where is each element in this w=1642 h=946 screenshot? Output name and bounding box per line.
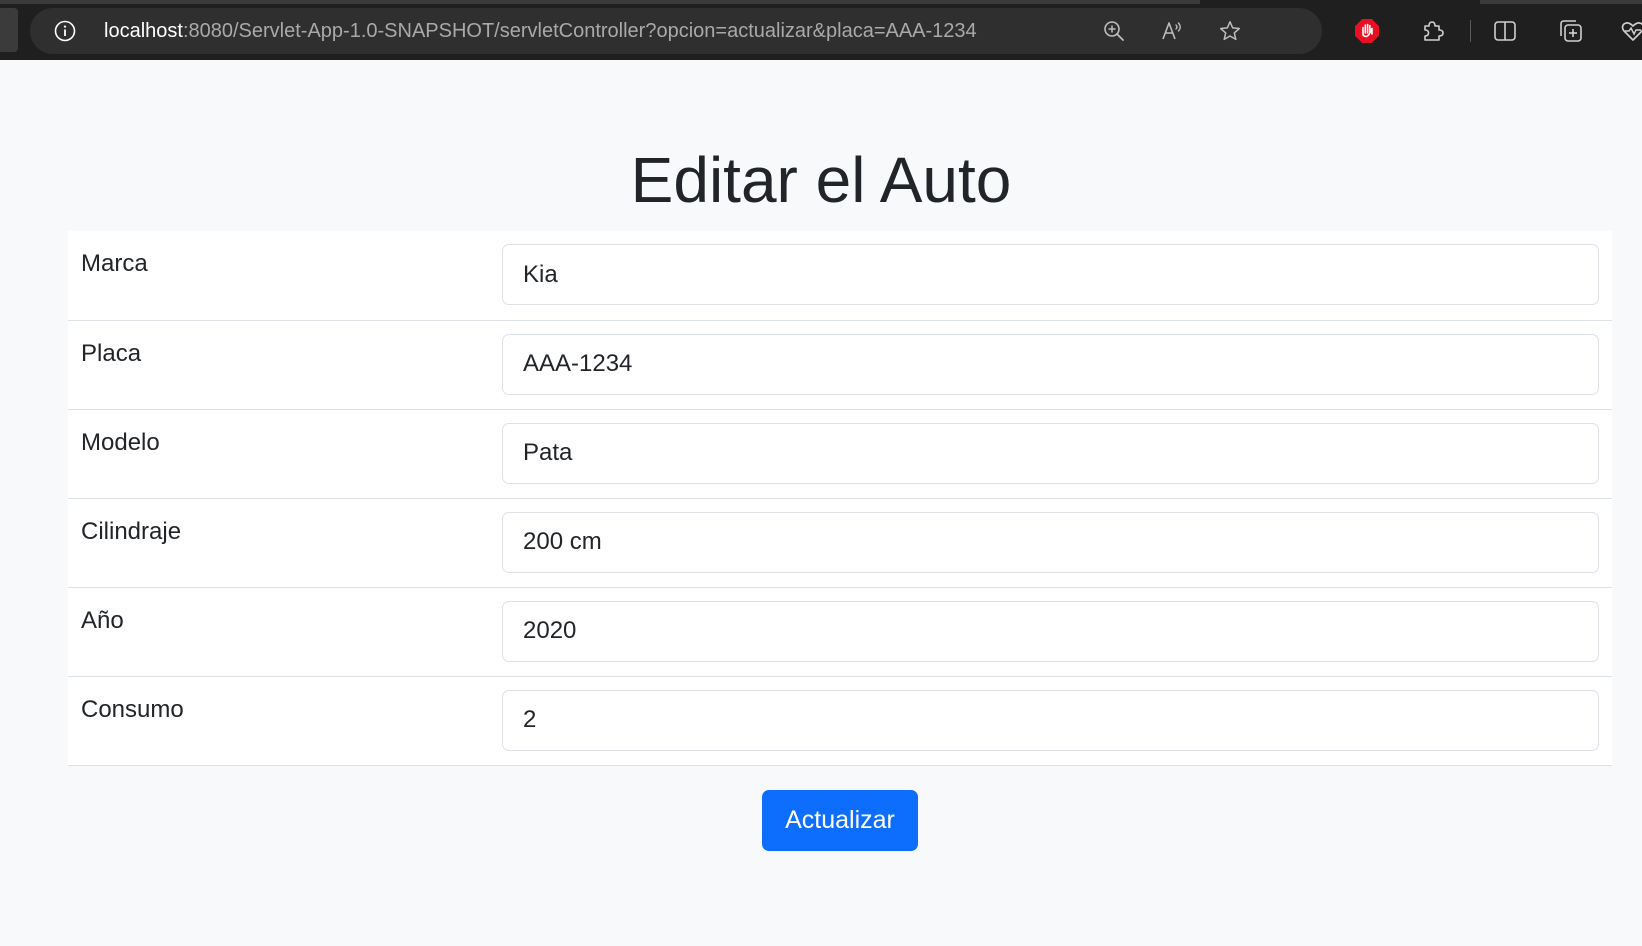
url-text[interactable]: localhost:8080/Servlet-App-1.0-SNAPSHOT/… (104, 19, 977, 43)
field-label: Marca (68, 231, 502, 321)
marca-input[interactable] (502, 244, 1599, 305)
form-row-anio: Año (68, 587, 1612, 677)
consumo-input[interactable] (502, 689, 1599, 751)
side-tab-handle[interactable] (0, 8, 18, 52)
read-aloud-icon[interactable] (1160, 19, 1184, 43)
field-label: Cilindraje (68, 498, 502, 588)
input-cell (502, 320, 1612, 410)
placa-input[interactable] (502, 333, 1599, 395)
form-row-cilindraje: Cilindraje (68, 498, 1612, 588)
actualizar-button[interactable]: Actualizar (762, 790, 918, 851)
split-screen-icon[interactable] (1492, 18, 1518, 44)
form-row-marca: Marca (68, 231, 1612, 321)
anio-input[interactable] (502, 600, 1599, 662)
url-host: localhost (104, 20, 183, 42)
tab-strip-right (1480, 0, 1642, 4)
edit-car-form-table: Marca Placa Modelo Cilindraje Año (68, 231, 1612, 766)
url-path: :8080/Servlet-App-1.0-SNAPSHOT/servletCo… (182, 20, 977, 42)
input-cell (502, 587, 1612, 677)
form-row-placa: Placa (68, 320, 1612, 410)
cilindraje-input[interactable] (502, 511, 1599, 573)
address-bar[interactable]: localhost:8080/Servlet-App-1.0-SNAPSHOT/… (30, 8, 1322, 54)
input-cell (502, 409, 1612, 499)
collections-icon[interactable] (1558, 18, 1584, 44)
star-icon[interactable] (1218, 19, 1242, 43)
form-row-consumo: Consumo (68, 676, 1612, 766)
field-label: Año (68, 587, 502, 677)
field-label: Consumo (68, 676, 502, 766)
browser-toolbar: localhost:8080/Servlet-App-1.0-SNAPSHOT/… (0, 0, 1642, 60)
input-cell (502, 676, 1612, 766)
field-label: Modelo (68, 409, 502, 499)
form-row-modelo: Modelo (68, 409, 1612, 499)
puzzle-icon[interactable] (1420, 18, 1446, 44)
page-title: Editar el Auto (630, 144, 1012, 216)
modelo-input[interactable] (502, 422, 1599, 484)
field-label: Placa (68, 320, 502, 410)
zoom-in-icon[interactable] (1102, 19, 1126, 43)
heart-pulse-icon[interactable] (1620, 18, 1642, 44)
tab-strip (0, 0, 1200, 4)
toolbar-separator (1470, 20, 1471, 42)
input-cell (502, 231, 1612, 321)
stop-hand-icon[interactable] (1354, 18, 1380, 44)
info-icon[interactable] (54, 20, 76, 42)
input-cell (502, 498, 1612, 588)
